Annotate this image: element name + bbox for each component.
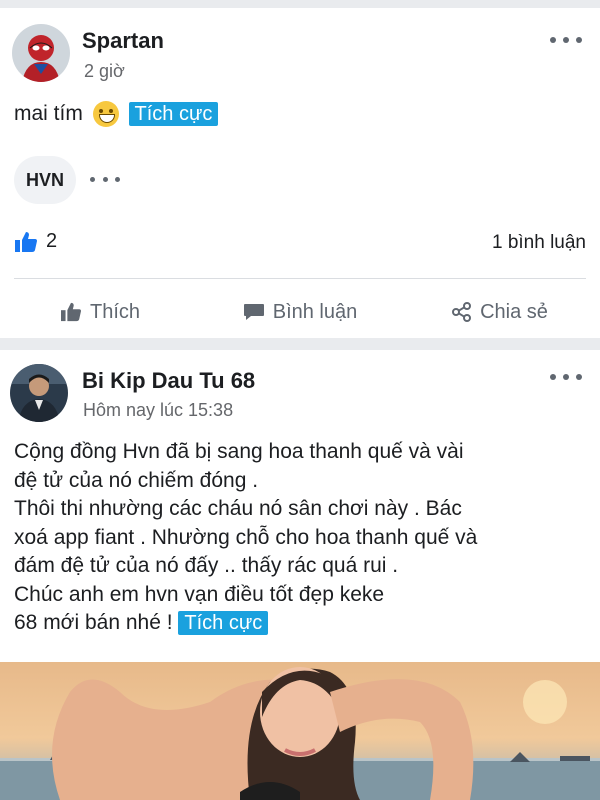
grinning-emoji-icon — [92, 101, 119, 128]
group-chip[interactable]: HVN — [14, 156, 76, 204]
author-name[interactable]: Bi Kip Dau Tu 68 — [82, 368, 255, 394]
post-card-2: Bi Kip Dau Tu 68 Hôm nay lúc 15:38 Cộng … — [0, 350, 600, 800]
author-avatar[interactable] — [12, 24, 70, 82]
share-button[interactable]: Chia sẻ — [400, 288, 600, 336]
post-time[interactable]: Hôm nay lúc 15:38 — [83, 400, 233, 421]
post-text: mai tím — [14, 102, 83, 125]
share-label: Chia sẻ — [480, 300, 548, 323]
comment-icon — [243, 304, 264, 320]
sentiment-tag: Tích cực — [178, 611, 269, 635]
post-line: xoá app fiant . Nhường chỗ cho hoa thanh… — [14, 525, 478, 549]
post-line: Chúc anh em hvn vạn điều tốt đẹp keke — [14, 582, 385, 606]
post-line: đệ tử của nó chiếm đóng . — [14, 468, 259, 492]
post-line: Thôi thi nhường các cháu nó sân chơi này… — [14, 497, 462, 520]
author-avatar[interactable] — [10, 364, 68, 422]
post-body: mai tím Tích cực — [14, 100, 219, 129]
more-options-icon[interactable] — [550, 371, 582, 383]
more-icon[interactable] — [90, 174, 120, 184]
post-line: 68 mới bán nhé ! — [14, 611, 173, 634]
action-bar: Thích Bình luận Chia sẻ — [0, 288, 600, 336]
comment-count[interactable]: 1 bình luận — [492, 232, 586, 254]
post-photo[interactable] — [0, 662, 600, 800]
like-button[interactable]: Thích — [0, 288, 200, 336]
thumbs-up-icon — [15, 231, 37, 252]
more-options-icon[interactable] — [550, 34, 582, 46]
post-line: đám đệ tử của nó đấy .. thấy rác quá rui… — [14, 554, 399, 577]
post-time[interactable]: 2 giờ — [84, 61, 125, 82]
sentiment-tag: Tích cực — [128, 102, 219, 126]
comment-label: Bình luận — [272, 300, 358, 323]
share-icon — [452, 302, 472, 322]
like-label: Thích — [89, 300, 141, 323]
comment-button[interactable]: Bình luận — [200, 288, 400, 336]
like-count: 2 — [46, 230, 58, 252]
post-body: Cộng đồng Hvn đã bị sang hoa thanh quế v… — [14, 438, 594, 638]
post-last-line: 68 mới bán nhé ! Tích cực — [14, 609, 594, 638]
post-card-1: Spartan 2 giờ mai tím Tích cực HVN 2 1 b… — [0, 8, 600, 338]
thumbs-up-icon — [60, 302, 81, 322]
post-line: Cộng đồng Hvn đã bị sang hoa thanh quế v… — [14, 440, 464, 463]
like-summary[interactable]: 2 — [14, 230, 57, 253]
divider — [14, 278, 586, 279]
author-name[interactable]: Spartan — [82, 28, 164, 54]
